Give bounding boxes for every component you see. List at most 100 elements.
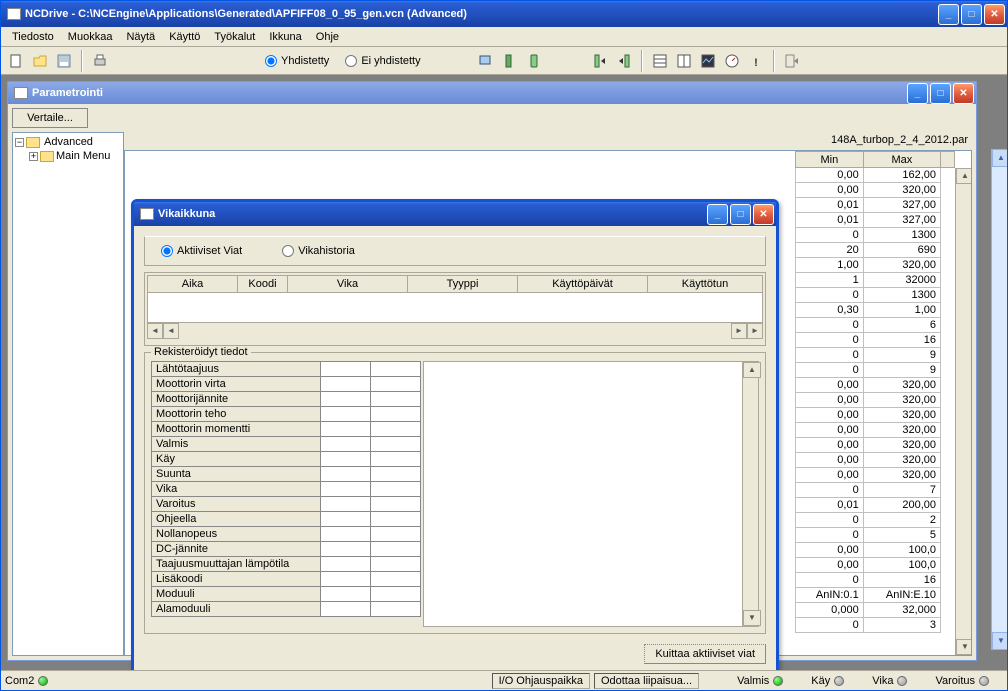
list-item[interactable]: Moottorijännite <box>152 392 421 407</box>
table-row[interactable]: AnIN:0.1AnIN:E.10 <box>796 588 955 603</box>
list-item[interactable]: Vika <box>152 482 421 497</box>
list-item[interactable]: Ohjeella <box>152 512 421 527</box>
list-item[interactable]: Moduuli <box>152 587 421 602</box>
download-icon[interactable] <box>613 50 635 72</box>
save-icon[interactable] <box>53 50 75 72</box>
grid2-icon[interactable] <box>673 50 695 72</box>
fault-table[interactable]: Aika Koodi Vika Tyyppi Käyttöpäivät Käyt… <box>144 272 766 346</box>
table-row[interactable]: 06 <box>796 318 955 333</box>
list-item[interactable]: Valmis <box>152 437 421 452</box>
radio-fault-history[interactable]: Vikahistoria <box>282 245 355 257</box>
table-row[interactable]: 0,00320,00 <box>796 408 955 423</box>
table-row[interactable]: 0,01327,00 <box>796 198 955 213</box>
list-item[interactable]: Taajuusmuuttajan lämpötila <box>152 557 421 572</box>
menu-view[interactable]: Näytä <box>119 29 162 45</box>
radio-active-faults[interactable]: Aktiiviset Viat <box>161 245 242 257</box>
table-row[interactable]: 0,00320,00 <box>796 438 955 453</box>
col-koodi[interactable]: Koodi <box>238 276 288 293</box>
col-max[interactable]: Max <box>863 152 940 168</box>
table-row[interactable]: 0,00100,0 <box>796 543 955 558</box>
col-aika[interactable]: Aika <box>148 276 238 293</box>
param-minimize-button[interactable]: _ <box>907 83 928 104</box>
radio-connected[interactable]: Yhdistetty <box>265 55 329 67</box>
col-tunnit[interactable]: Käyttötun <box>648 276 763 293</box>
table-row[interactable]: 0,00320,00 <box>796 453 955 468</box>
table-row[interactable]: 0,00320,00 <box>796 378 955 393</box>
menu-help[interactable]: Ohje <box>309 29 346 45</box>
table-row[interactable]: 0,00032,000 <box>796 603 955 618</box>
col-tyyppi[interactable]: Tyyppi <box>408 276 518 293</box>
table-row[interactable]: 01300 <box>796 288 955 303</box>
menu-use[interactable]: Käyttö <box>162 29 207 45</box>
table-row[interactable]: 016 <box>796 333 955 348</box>
print-icon[interactable] <box>89 50 111 72</box>
tree-child[interactable]: Main Menu <box>56 150 110 162</box>
table-row[interactable]: 1,00320,00 <box>796 258 955 273</box>
col-vika[interactable]: Vika <box>288 276 408 293</box>
list-item[interactable]: Alamoduuli <box>152 602 421 617</box>
minimize-button[interactable]: _ <box>938 4 959 25</box>
table-row[interactable]: 0,00320,00 <box>796 468 955 483</box>
list-item[interactable]: Moottorin momentti <box>152 422 421 437</box>
table-row[interactable]: 016 <box>796 573 955 588</box>
exit-icon[interactable] <box>781 50 803 72</box>
upload-icon[interactable] <box>589 50 611 72</box>
tree-collapse-icon[interactable]: − <box>15 138 24 147</box>
table-row[interactable]: 0,01327,00 <box>796 213 955 228</box>
app-scrollbar[interactable] <box>991 149 1007 650</box>
table-row[interactable]: 09 <box>796 363 955 378</box>
fault-close-button[interactable]: ✕ <box>753 204 774 225</box>
fault-hscrollbar[interactable]: ◄◄►► <box>147 323 763 339</box>
param-close-button[interactable]: ✕ <box>953 83 974 104</box>
list-item[interactable]: Lisäkoodi <box>152 572 421 587</box>
tree-root[interactable]: Advanced <box>42 136 95 148</box>
list-item[interactable]: Moottorin teho <box>152 407 421 422</box>
chart-icon[interactable] <box>697 50 719 72</box>
tree-view[interactable]: − Advanced + Main Menu <box>12 132 124 656</box>
device-icon[interactable] <box>499 50 521 72</box>
close-button[interactable]: ✕ <box>984 4 1005 25</box>
table-row[interactable]: 0,00320,00 <box>796 423 955 438</box>
list-item[interactable]: Varoitus <box>152 497 421 512</box>
fault-maximize-button[interactable]: □ <box>730 204 751 225</box>
table-row[interactable]: 0,00100,0 <box>796 558 955 573</box>
alert-icon[interactable]: ! <box>745 50 767 72</box>
col-min[interactable]: Min <box>796 152 864 168</box>
table-row[interactable]: 01300 <box>796 228 955 243</box>
list-item[interactable]: Moottorin virta <box>152 377 421 392</box>
table-row[interactable]: 09 <box>796 348 955 363</box>
table-row[interactable]: 0,00162,00 <box>796 168 955 183</box>
list-item[interactable]: Suunta <box>152 467 421 482</box>
grid1-icon[interactable] <box>649 50 671 72</box>
param-scrollbar[interactable] <box>955 168 971 655</box>
table-row[interactable]: 0,301,00 <box>796 303 955 318</box>
table-row[interactable]: 0,00320,00 <box>796 183 955 198</box>
menu-edit[interactable]: Muokkaa <box>61 29 120 45</box>
menu-window[interactable]: Ikkuna <box>262 29 308 45</box>
list-item[interactable]: DC-jännite <box>152 542 421 557</box>
fault-minimize-button[interactable]: _ <box>707 204 728 225</box>
ack-faults-button[interactable]: Kuittaa aktiiviset viat <box>644 644 766 664</box>
table-row[interactable]: 03 <box>796 618 955 633</box>
new-icon[interactable] <box>5 50 27 72</box>
table-row[interactable]: 02 <box>796 513 955 528</box>
open-icon[interactable] <box>29 50 51 72</box>
tree-expand-icon[interactable]: + <box>29 152 38 161</box>
param-maximize-button[interactable]: □ <box>930 83 951 104</box>
list-item[interactable]: Lähtötaajuus <box>152 362 421 377</box>
monitor-icon[interactable] <box>475 50 497 72</box>
table-row[interactable]: 0,01200,00 <box>796 498 955 513</box>
table-row[interactable]: 05 <box>796 528 955 543</box>
radio-disconnected[interactable]: Ei yhdistetty <box>345 55 420 67</box>
reg-scrollbar[interactable] <box>742 362 758 626</box>
menu-tools[interactable]: Työkalut <box>207 29 262 45</box>
list-item[interactable]: Nollanopeus <box>152 527 421 542</box>
table-row[interactable]: 132000 <box>796 273 955 288</box>
col-paivat[interactable]: Käyttöpäivät <box>518 276 648 293</box>
table-row[interactable]: 07 <box>796 483 955 498</box>
table-row[interactable]: 20690 <box>796 243 955 258</box>
menu-file[interactable]: Tiedosto <box>5 29 61 45</box>
compare-button[interactable]: Vertaile... <box>12 108 88 128</box>
maximize-button[interactable]: □ <box>961 4 982 25</box>
list-item[interactable]: Käy <box>152 452 421 467</box>
